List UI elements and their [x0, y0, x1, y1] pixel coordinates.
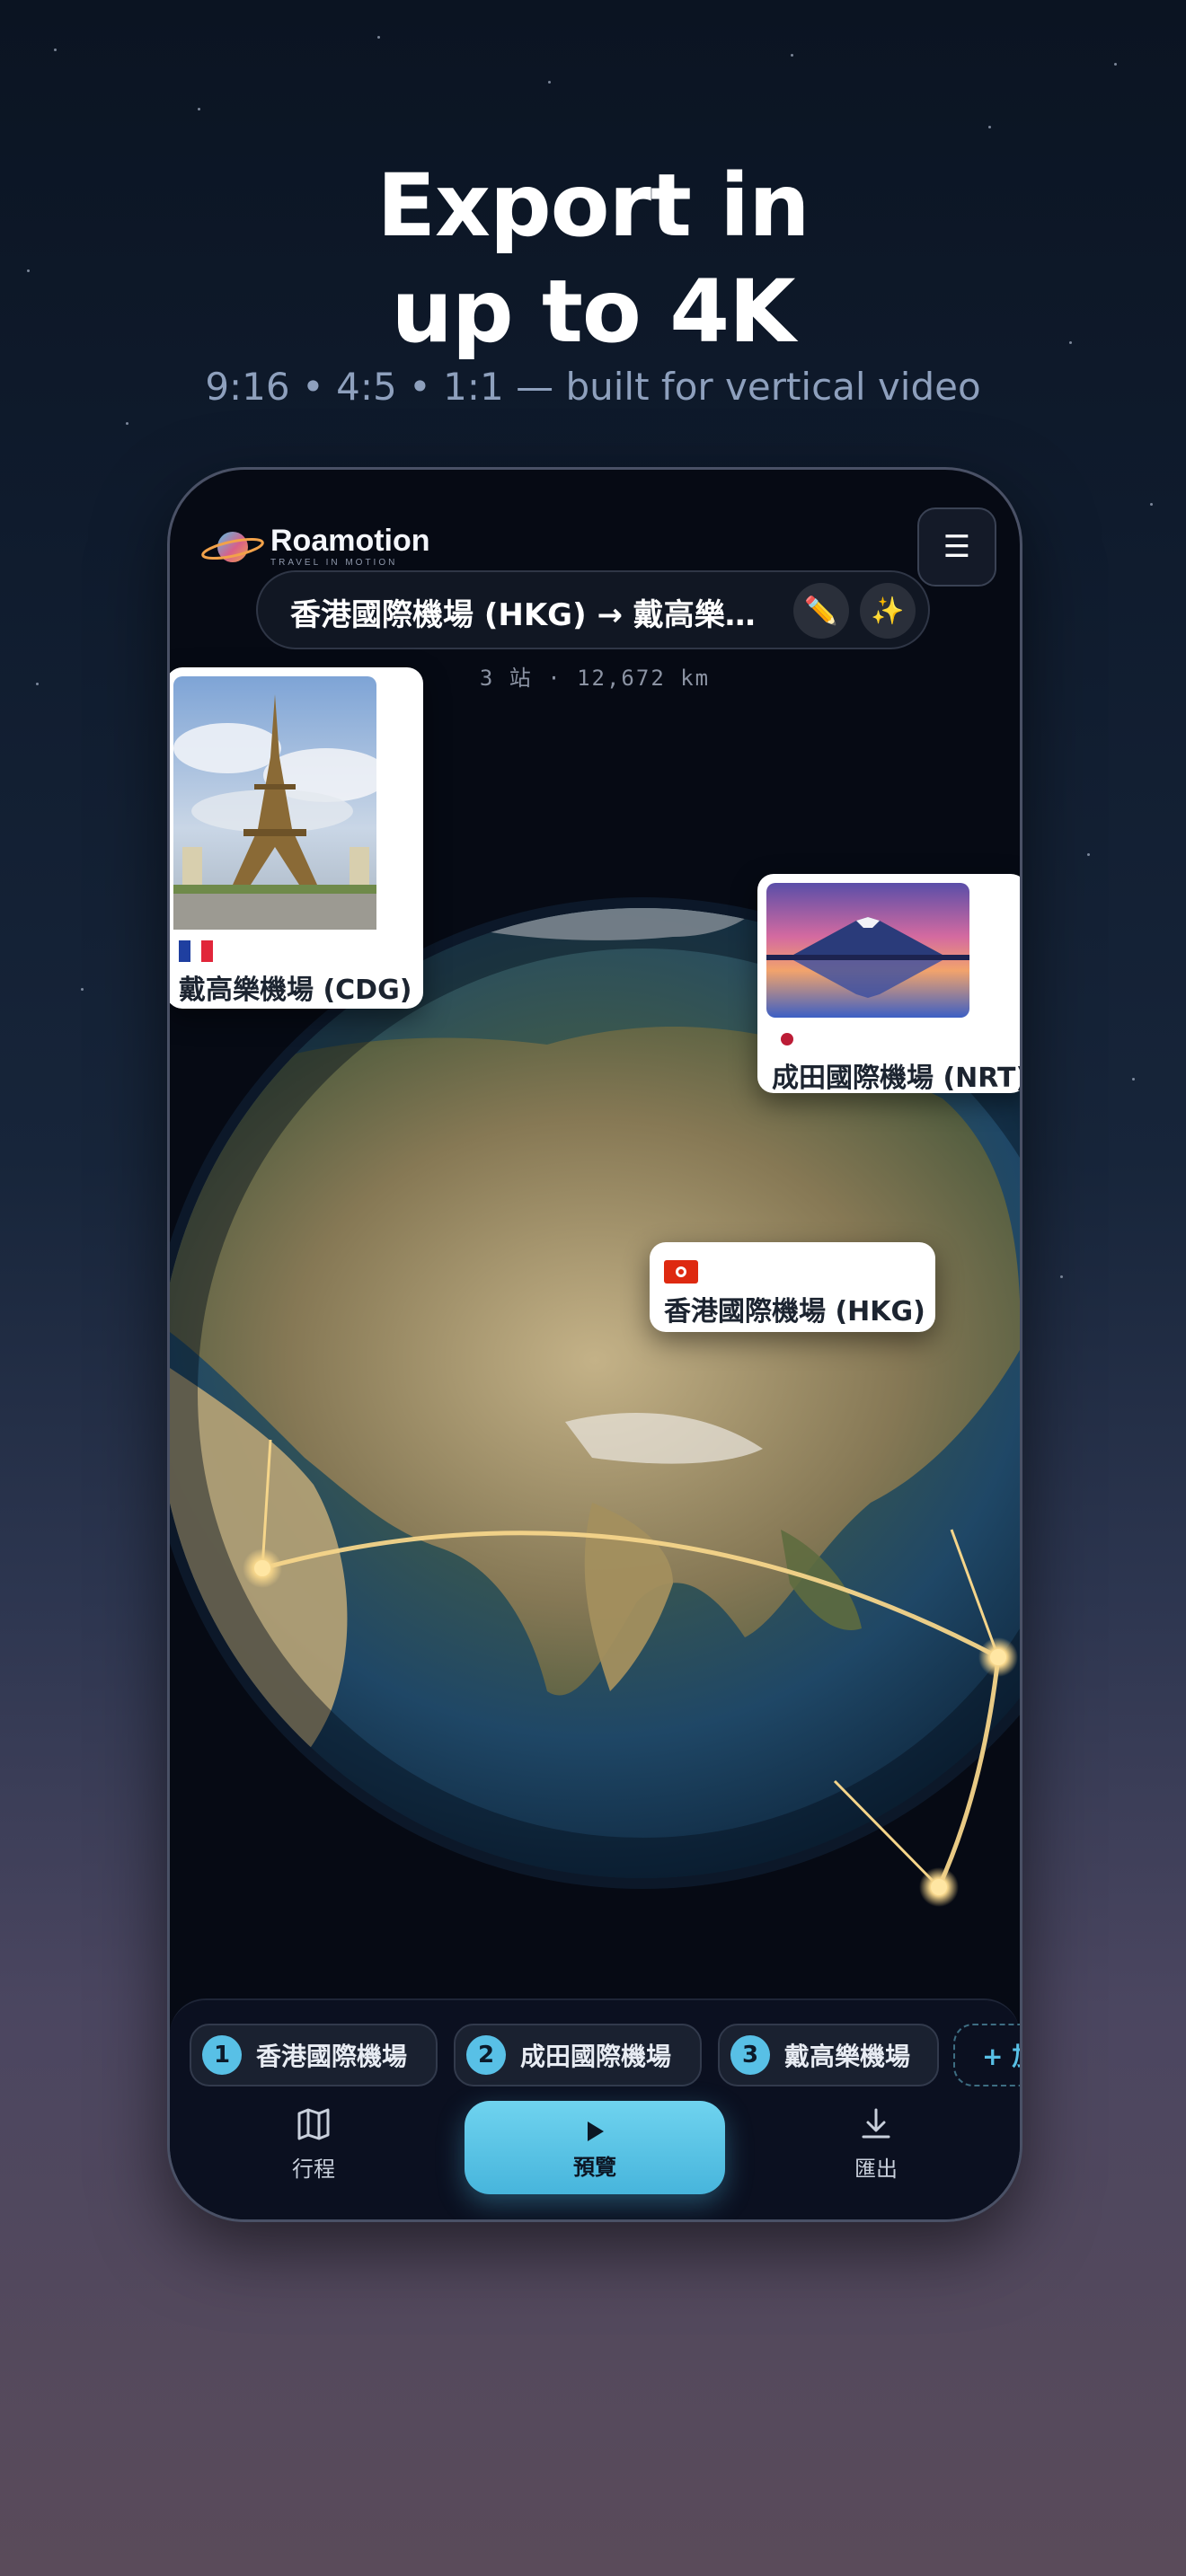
star [1114, 63, 1117, 66]
star [81, 988, 84, 991]
stop-number: 1 [202, 2035, 242, 2075]
headline-line-2: up to 4K [391, 261, 796, 362]
stop-chip-1[interactable]: 1 香港國際機場 [190, 2024, 438, 2086]
phone-frame: Roamotion TRAVEL IN MOTION ☰ 香港國際機場 (HKG… [167, 467, 1022, 2222]
star [548, 81, 551, 84]
stop-number: 3 [730, 2035, 770, 2075]
brand-name: Roamotion [270, 524, 430, 558]
nav-export[interactable]: 匯出 [804, 2106, 948, 2183]
magic-button[interactable]: ✨ [860, 583, 916, 639]
stop-chip-3[interactable]: 3 戴高樂機場 [718, 2024, 939, 2086]
france-flag-icon [179, 940, 213, 962]
preview-button[interactable]: 預覽 [465, 2101, 725, 2194]
eiffel-tower-photo [173, 676, 376, 930]
star [377, 36, 380, 39]
star [988, 126, 991, 128]
preview-label: 預覽 [573, 2155, 616, 2180]
stop-number: 2 [466, 2035, 506, 2075]
star [1150, 503, 1153, 506]
menu-button[interactable]: ☰ [917, 507, 996, 587]
card-name-cdg: 戴高樂機場 (CDG) [179, 975, 412, 1006]
trip-title-bar[interactable]: 香港國際機場 (HKG) → 戴高樂機場 (CDG) ✏️ ✨ [256, 570, 930, 649]
card-name-nrt: 成田國際機場 (NRT) [772, 1063, 1022, 1094]
location-card-nrt[interactable]: 成田國際機場 (NRT) [757, 874, 1022, 1094]
location-card-cdg[interactable]: 戴高樂機場 (CDG) [170, 667, 423, 1009]
star [54, 49, 57, 51]
hamburger-menu-icon: ☰ [943, 529, 971, 565]
hong-kong-flag-icon [664, 1260, 698, 1284]
mount-fuji-photo [766, 883, 969, 1018]
nav-itinerary[interactable]: 行程 [242, 2106, 385, 2183]
star [126, 422, 128, 425]
star [36, 683, 39, 685]
star [1132, 1078, 1135, 1081]
stop-chip-2[interactable]: 2 成田國際機場 [454, 2024, 702, 2086]
trip-title: 香港國際機場 (HKG) → 戴高樂機場 (CDG) [290, 597, 775, 633]
nav-export-label: 匯出 [854, 2157, 898, 2182]
star [198, 108, 200, 110]
card-name-hkg: 香港國際機場 (HKG) [664, 1296, 925, 1328]
stop-label: 香港國際機場 [256, 2042, 408, 2071]
pencil-icon: ✏️ [804, 595, 838, 627]
japan-flag-icon [770, 1028, 804, 1050]
headline-line-1: Export in [376, 155, 810, 256]
stop-label: 成田國際機場 [520, 2042, 672, 2071]
sparkles-icon: ✨ [871, 595, 905, 627]
map-icon [297, 2108, 330, 2140]
star [791, 54, 793, 57]
promo-headline: Export in up to 4K [0, 153, 1186, 365]
download-icon [862, 2108, 890, 2139]
brand-tagline: TRAVEL IN MOTION [270, 558, 398, 568]
stop-label: 戴高樂機場 [784, 2042, 911, 2071]
nav-itinerary-label: 行程 [292, 2157, 335, 2182]
brand: Roamotion TRAVEL IN MOTION [200, 525, 430, 568]
location-card-hkg[interactable]: 香港國際機場 (HKG) [650, 1242, 935, 1332]
star [1087, 853, 1090, 856]
planet-logo-icon [201, 531, 264, 562]
edit-button[interactable]: ✏️ [793, 583, 849, 639]
star [1060, 1275, 1063, 1278]
play-icon [588, 2122, 604, 2141]
promo-subline: 9:16 • 4:5 • 1:1 — built for vertical vi… [205, 365, 981, 409]
add-stop-button[interactable]: + 加 [953, 2024, 1020, 2086]
